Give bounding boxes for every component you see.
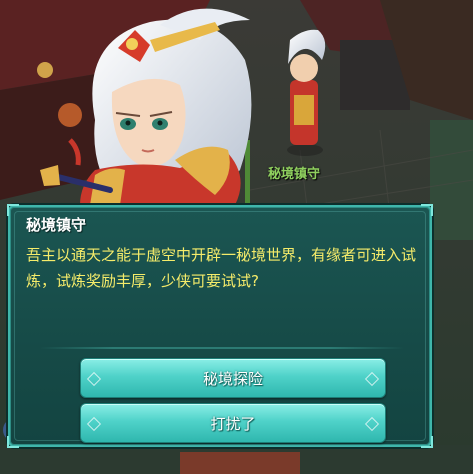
dialog-corner-ornament <box>421 204 433 216</box>
npc-dialog: 秘境镇守 吾主以通天之能于虚空中开辟一秘境世界，有缘者可进入试炼，试炼奖励丰厚，… <box>7 204 433 448</box>
button-ornament <box>86 416 102 432</box>
dialog-divider <box>40 347 404 349</box>
button-label: 打扰了 <box>210 414 256 433</box>
button-ornament <box>364 416 380 432</box>
dialog-corner-ornament <box>7 204 19 216</box>
button-ornament <box>86 371 102 387</box>
dismiss-button[interactable]: 打扰了 <box>80 403 386 443</box>
dialog-title: 秘境镇守 <box>26 216 87 234</box>
secret-realm-explore-button[interactable]: 秘境探险 <box>80 358 386 398</box>
button-ornament <box>364 371 380 387</box>
dialog-corner-ornament <box>421 436 433 448</box>
npc-name-label: 秘境镇守 <box>268 167 321 182</box>
dialog-corner-ornament <box>7 436 19 448</box>
button-label: 秘境探险 <box>202 369 263 388</box>
dialog-message: 吾主以通天之能于虚空中开辟一秘境世界，有缘者可进入试炼，试炼奖励丰厚，少侠可要试… <box>26 246 417 290</box>
